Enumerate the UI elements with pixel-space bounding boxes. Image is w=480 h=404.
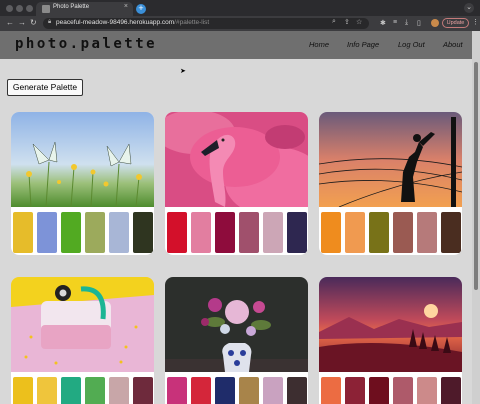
tab-search-icon[interactable]: ⌄ <box>464 3 474 13</box>
generate-palette-button[interactable]: Generate Palette <box>7 79 83 96</box>
close-window-icon[interactable] <box>6 5 13 12</box>
color-swatch[interactable] <box>85 377 105 404</box>
palette-card[interactable] <box>319 112 462 255</box>
color-swatch[interactable] <box>109 212 129 253</box>
address-bar[interactable]: 🔒︎ peaceful-meadow-98496.herokuapp.com/#… <box>43 18 369 29</box>
color-swatch[interactable] <box>109 377 129 404</box>
swatch-row <box>167 377 307 404</box>
favicon-icon <box>42 5 50 13</box>
color-swatch[interactable] <box>321 377 341 404</box>
back-icon[interactable]: ← <box>6 18 14 27</box>
color-swatch[interactable] <box>441 377 461 404</box>
reading-list-icon[interactable]: ≡ <box>393 19 397 26</box>
color-swatch[interactable] <box>345 377 365 404</box>
color-swatch[interactable] <box>417 212 437 253</box>
palette-photo <box>11 277 154 372</box>
star-icon[interactable]: ☆ <box>356 18 362 26</box>
color-swatch[interactable] <box>239 212 259 253</box>
menu-icon[interactable]: ⋮ <box>472 18 479 26</box>
download-icon[interactable]: ⤓ <box>405 19 408 27</box>
search-icon[interactable]: ⌕ <box>332 18 336 26</box>
share-icon[interactable]: ⇪ <box>344 18 350 26</box>
site-header: photo.palette Home Info Page Log Out Abo… <box>0 31 472 59</box>
nav-info-page[interactable]: Info Page <box>347 40 379 49</box>
url-text: peaceful-meadow-98496.herokuapp.com/#pal… <box>56 19 210 26</box>
palette-photo <box>319 277 462 372</box>
color-swatch[interactable] <box>417 377 437 404</box>
palette-card[interactable] <box>319 277 462 404</box>
color-swatch[interactable] <box>191 377 211 404</box>
page-scrollbar[interactable] <box>472 31 480 404</box>
browser-tab[interactable]: Photo Palette × <box>36 2 133 16</box>
color-swatch[interactable] <box>239 377 259 404</box>
color-swatch[interactable] <box>85 212 105 253</box>
new-tab-button[interactable]: + <box>136 4 146 14</box>
swatch-row <box>321 377 461 404</box>
color-swatch[interactable] <box>369 377 389 404</box>
color-swatch[interactable] <box>287 212 307 253</box>
mouse-cursor-icon: ➤ <box>180 68 186 75</box>
page-viewport: photo.palette Home Info Page Log Out Abo… <box>0 31 480 404</box>
tab-title: Photo Palette <box>53 4 90 10</box>
color-swatch[interactable] <box>215 377 235 404</box>
color-swatch[interactable] <box>133 212 153 253</box>
maximize-window-icon[interactable] <box>26 5 33 12</box>
swatch-row <box>13 212 153 253</box>
color-swatch[interactable] <box>61 377 81 404</box>
color-swatch[interactable] <box>13 212 33 253</box>
browser-tab-strip: Photo Palette × + ⌄ <box>0 0 480 16</box>
update-button[interactable]: Update <box>442 18 469 28</box>
color-swatch[interactable] <box>133 377 153 404</box>
color-swatch[interactable] <box>167 212 187 253</box>
nav-log-out[interactable]: Log Out <box>398 40 425 49</box>
palette-photo <box>165 112 308 207</box>
color-swatch[interactable] <box>263 212 283 253</box>
browser-toolbar: ← → ↻ 🔒︎ peaceful-meadow-98496.herokuapp… <box>0 16 480 31</box>
color-swatch[interactable] <box>393 212 413 253</box>
color-swatch[interactable] <box>345 212 365 253</box>
color-swatch[interactable] <box>61 212 81 253</box>
sidebar-icon[interactable]: ▯ <box>417 19 421 27</box>
color-swatch[interactable] <box>263 377 283 404</box>
extensions-icon[interactable]: ✱ <box>380 19 386 27</box>
color-swatch[interactable] <box>191 212 211 253</box>
palette-photo <box>319 112 462 207</box>
palette-photo <box>165 277 308 372</box>
palette-card[interactable] <box>11 277 154 404</box>
profile-avatar[interactable] <box>431 19 439 27</box>
scrollbar-thumb[interactable] <box>474 62 478 290</box>
color-swatch[interactable] <box>321 212 341 253</box>
swatch-row <box>13 377 153 404</box>
nav-home[interactable]: Home <box>309 40 329 49</box>
color-swatch[interactable] <box>369 212 389 253</box>
color-swatch[interactable] <box>393 377 413 404</box>
color-swatch[interactable] <box>13 377 33 404</box>
color-swatch[interactable] <box>37 212 57 253</box>
swatch-row <box>167 212 307 253</box>
color-swatch[interactable] <box>287 377 307 404</box>
site-logo[interactable]: photo.palette <box>15 36 157 52</box>
palette-photo <box>11 112 154 207</box>
lock-icon: 🔒︎ <box>48 19 52 25</box>
color-swatch[interactable] <box>167 377 187 404</box>
forward-icon[interactable]: → <box>18 18 26 27</box>
swatch-row <box>321 212 461 253</box>
color-swatch[interactable] <box>215 212 235 253</box>
minimize-window-icon[interactable] <box>16 5 23 12</box>
reload-icon[interactable]: ↻ <box>30 18 37 27</box>
color-swatch[interactable] <box>441 212 461 253</box>
palette-card[interactable] <box>165 112 308 255</box>
palette-card[interactable] <box>11 112 154 255</box>
palette-card[interactable] <box>165 277 308 404</box>
tab-close-icon[interactable]: × <box>124 3 128 10</box>
nav-about[interactable]: About <box>443 40 463 49</box>
color-swatch[interactable] <box>37 377 57 404</box>
